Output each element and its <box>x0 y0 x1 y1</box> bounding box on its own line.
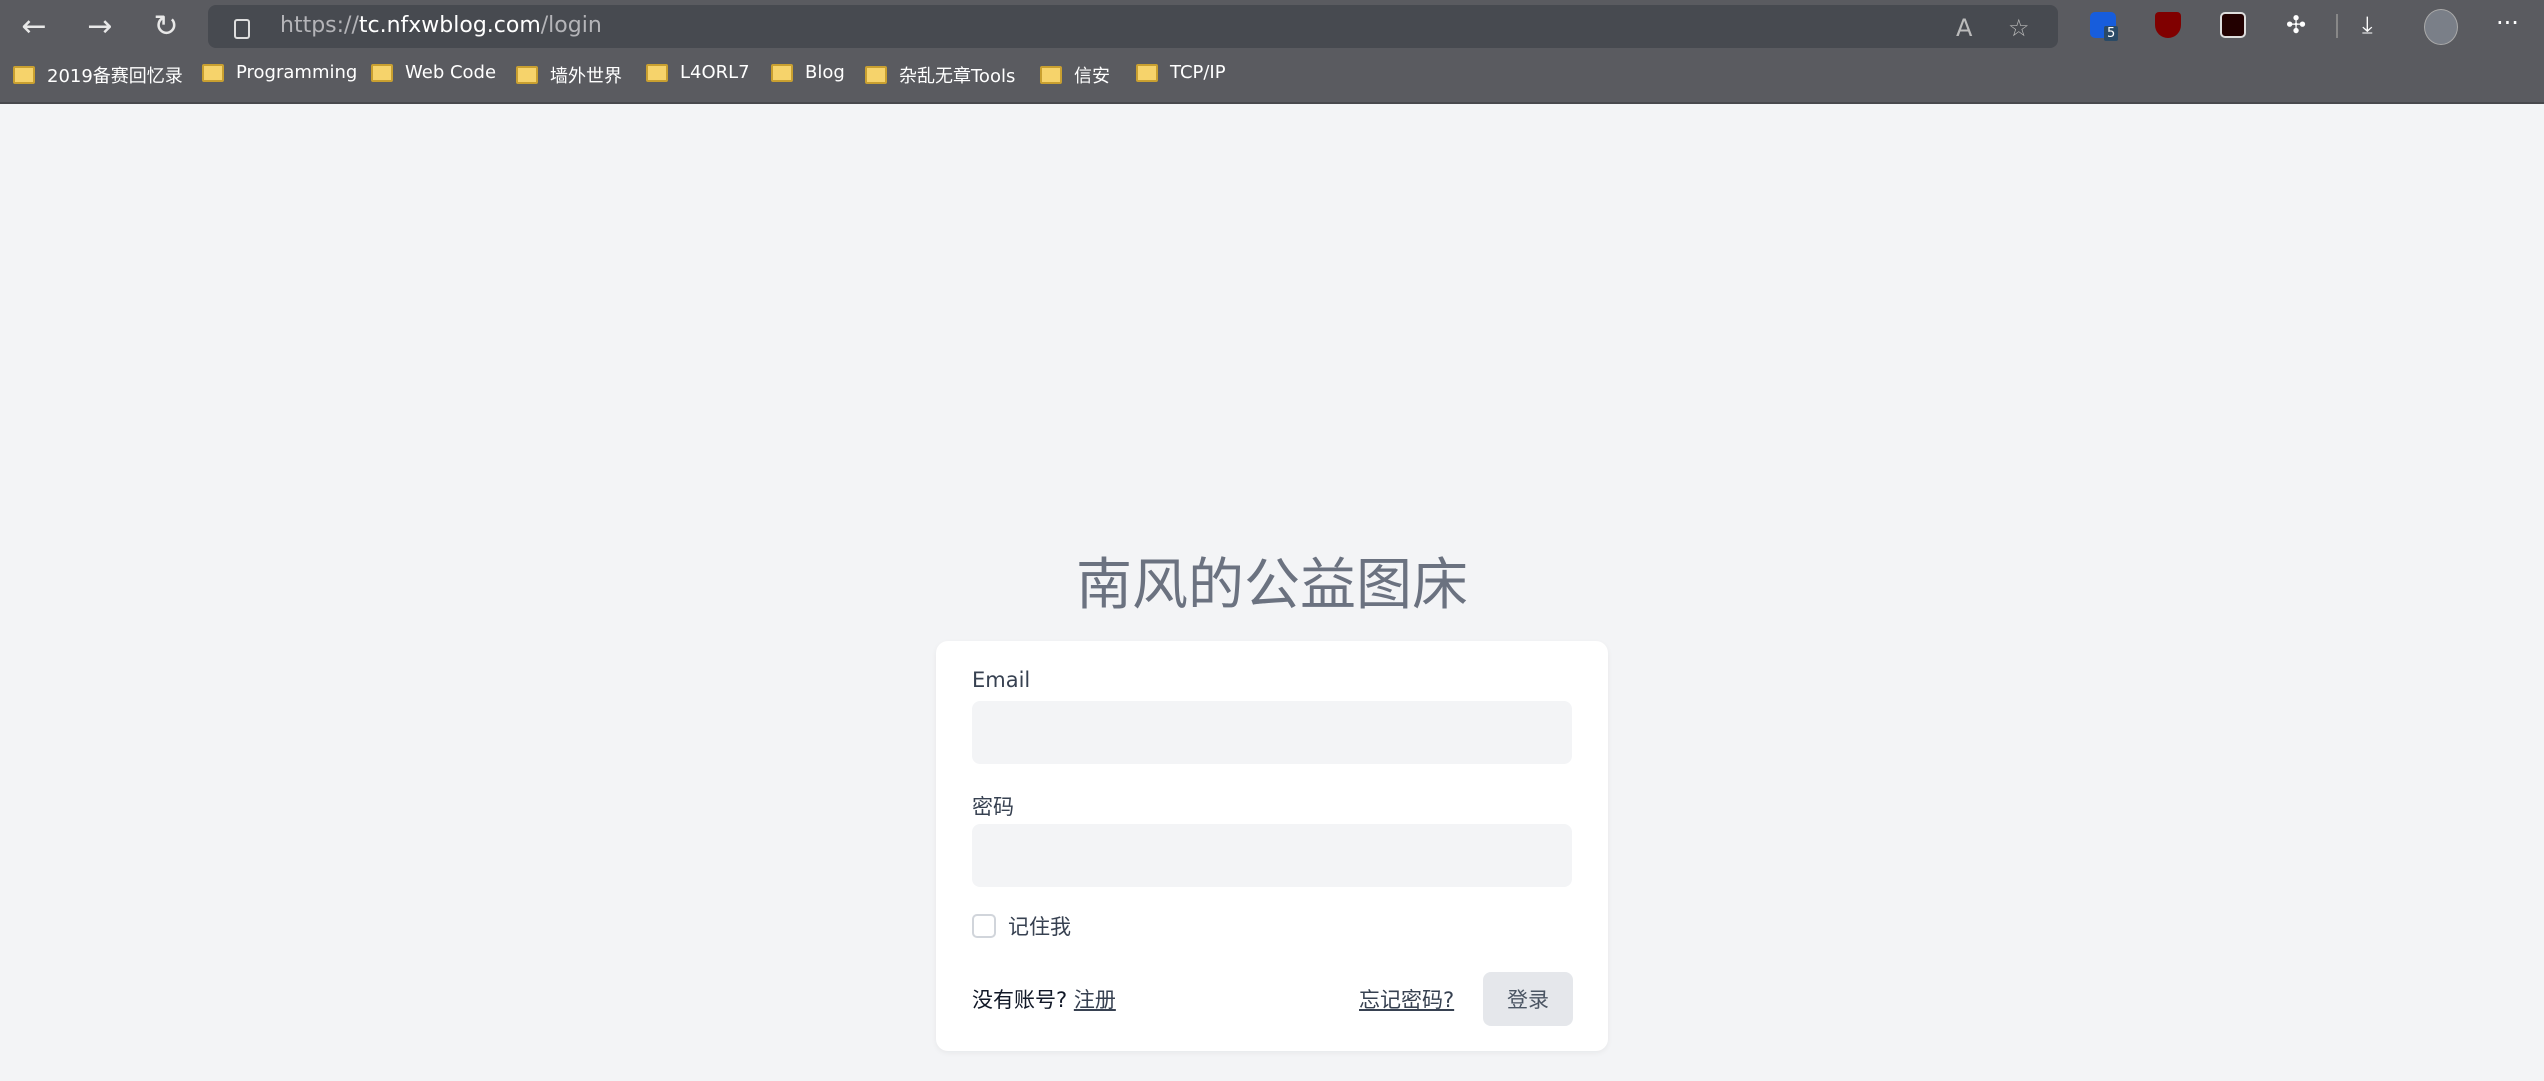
lock-icon[interactable] <box>234 19 250 39</box>
password-input[interactable] <box>972 824 1572 887</box>
bookmark-folder[interactable]: 杂乱无章Tools <box>865 62 1015 88</box>
bookmark-folder[interactable]: TCP/IP <box>1136 62 1226 83</box>
download-icon[interactable]: ⤓ <box>2362 10 2373 40</box>
email-label: Email <box>972 668 1030 692</box>
folder-icon <box>13 66 35 84</box>
remember-me-label[interactable]: 记住我 <box>1008 911 1071 941</box>
url-text[interactable]: https://tc.nfxwblog.com/login <box>280 13 602 38</box>
register-link[interactable]: 注册 <box>1074 988 1116 1012</box>
bookmarks-bar: 2019备赛回忆录 Programming Web Code 墙外世界 L4OR… <box>0 58 2544 94</box>
bookmark-folder[interactable]: 2019备赛回忆录 <box>13 62 183 88</box>
back-icon[interactable]: ← <box>12 10 56 44</box>
bookmark-folder[interactable]: Blog <box>771 62 845 83</box>
folder-icon <box>516 66 538 84</box>
divider <box>2336 14 2338 38</box>
ublock-extension-icon[interactable] <box>2155 12 2181 38</box>
more-menu-icon[interactable]: ··· <box>2496 8 2519 38</box>
folder-icon <box>646 64 668 82</box>
folder-icon <box>865 66 887 84</box>
page-title: 南风的公益图床 <box>0 540 2544 621</box>
bookmark-folder[interactable]: 墙外世界 <box>516 62 622 88</box>
reload-icon[interactable]: ↻ <box>144 10 188 44</box>
browser-toolbar: ← → ↻ https://tc.nfxwblog.com/login A ☆ … <box>0 0 2544 104</box>
read-aloud-icon[interactable]: A <box>1956 13 1972 43</box>
folder-icon <box>371 64 393 82</box>
bookmark-folder[interactable]: L4ORL7 <box>646 62 750 83</box>
folder-icon <box>1040 66 1062 84</box>
login-button[interactable]: 登录 <box>1483 972 1573 1026</box>
tampermonkey-extension-icon[interactable] <box>2220 12 2246 38</box>
bookmark-folder[interactable]: Programming <box>202 62 357 83</box>
folder-icon <box>1136 64 1158 82</box>
forgot-password-link[interactable]: 忘记密码? <box>1359 984 1454 1014</box>
forward-icon[interactable]: → <box>78 10 122 44</box>
folder-icon <box>771 64 793 82</box>
remember-me-checkbox[interactable] <box>972 914 996 938</box>
bookmark-folder[interactable]: Web Code <box>371 62 496 83</box>
bitwarden-extension-icon[interactable]: 5 <box>2090 12 2116 38</box>
register-prompt: 没有账号? 注册 <box>972 984 1116 1014</box>
profile-avatar[interactable] <box>2424 9 2458 45</box>
email-input[interactable] <box>972 701 1572 764</box>
bookmark-folder[interactable]: 信安 <box>1040 62 1110 88</box>
add-favorite-icon[interactable]: ☆ <box>2008 13 2030 43</box>
extensions-puzzle-icon[interactable]: ✣ <box>2286 10 2306 40</box>
password-label: 密码 <box>972 791 1014 821</box>
folder-icon <box>202 64 224 82</box>
address-bar[interactable]: https://tc.nfxwblog.com/login A ☆ <box>208 5 2058 48</box>
